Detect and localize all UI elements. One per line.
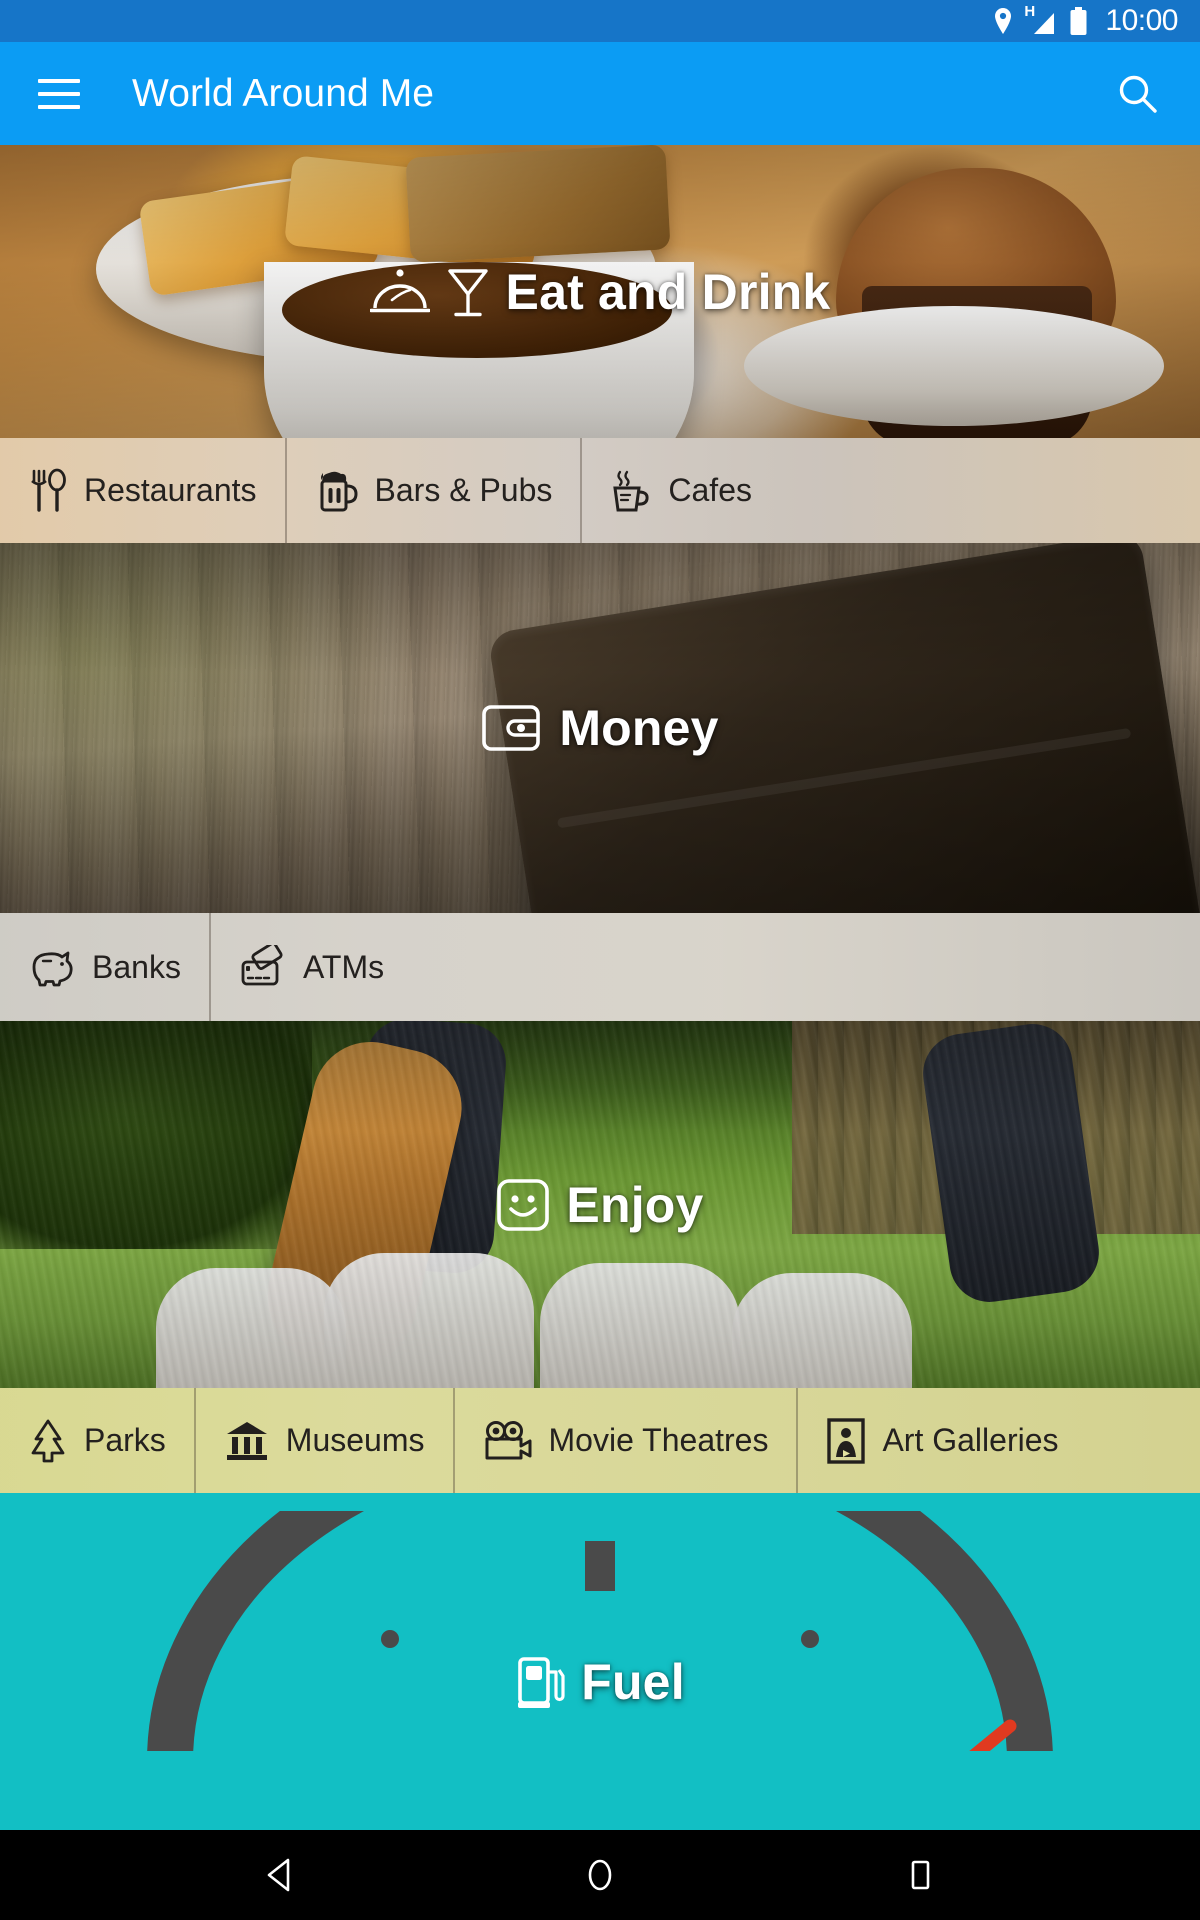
subcategory-bar-enjoy: Parks Museums Movie Theatres Art Galleri… — [0, 1388, 1200, 1493]
subcategory-atms[interactable]: ATMs — [208, 913, 412, 1021]
fork-and-spoon-icon — [28, 468, 68, 514]
trees-shape — [0, 1021, 312, 1249]
subcategory-parks[interactable]: Parks — [0, 1388, 194, 1493]
battery-icon — [1069, 6, 1088, 36]
category-hero-fuel[interactable]: Fuel — [0, 1493, 1200, 1830]
muffin-top-shape — [836, 168, 1116, 369]
category-eat-and-drink: Eat and Drink Restaurants Bars & Pubs Ca… — [0, 145, 1200, 543]
category-title-label: Fuel — [581, 1653, 685, 1710]
shed-shape — [792, 1021, 1200, 1234]
subcategory-label: Parks — [84, 1422, 166, 1458]
home-button[interactable] — [565, 1840, 635, 1910]
subcategory-art-galleries[interactable]: Art Galleries — [796, 1388, 1086, 1493]
person-shape — [540, 1263, 740, 1388]
subcategory-label: Restaurants — [84, 472, 257, 508]
subcategory-label: Art Galleries — [882, 1422, 1059, 1458]
smiley-face-icon — [496, 1178, 550, 1232]
coffee-cup-icon — [610, 468, 652, 514]
person-legs-shape — [351, 1021, 509, 1276]
framed-painting-icon — [826, 1417, 866, 1465]
foliage-shape — [0, 543, 432, 913]
android-navigation-bar — [0, 1830, 1200, 1920]
hamburger-menu-icon[interactable] — [32, 66, 88, 122]
piggy-bank-icon — [28, 947, 76, 987]
category-money: Money Banks ATMs — [0, 543, 1200, 1021]
subcategory-label: Cafes — [668, 472, 752, 508]
back-button[interactable] — [245, 1840, 315, 1910]
food-cloche-icon — [369, 264, 430, 320]
toast-shape — [283, 155, 543, 272]
app-root: H 10:00 World Around Me Eat and Drink Re… — [0, 0, 1200, 1920]
fuel-gauge-graphic — [147, 1511, 1053, 1751]
category-title-label: Enjoy — [566, 1176, 704, 1233]
payment-cards-icon — [239, 945, 287, 989]
app-bar: World Around Me — [0, 42, 1200, 145]
signal-icon: H — [1024, 3, 1056, 35]
person-shape — [732, 1273, 912, 1388]
person-legs-shape — [917, 1021, 1105, 1308]
status-bar-icons: H 10:00 — [993, 3, 1178, 38]
category-title-label: Eat and Drink — [505, 263, 831, 320]
guitar-shape — [252, 1030, 474, 1386]
location-pin-icon — [993, 7, 1013, 35]
toast-shape — [405, 145, 671, 263]
category-title-label: Money — [559, 700, 719, 756]
subcategory-label: Bars & Pubs — [374, 472, 553, 508]
recents-button[interactable] — [885, 1840, 955, 1910]
status-bar-clock: 10:00 — [1105, 4, 1178, 37]
subcategory-label: Banks — [92, 948, 181, 985]
subcategory-label: Movie Theatres — [548, 1422, 769, 1458]
category-title-eat-and-drink: Eat and Drink — [369, 263, 831, 321]
subcategory-movie-theatres[interactable]: Movie Theatres — [452, 1388, 797, 1493]
museum-building-icon — [224, 1419, 270, 1463]
fuel-pump-icon — [515, 1654, 565, 1710]
person-shape — [324, 1253, 534, 1388]
status-bar: H 10:00 — [0, 0, 1200, 42]
person-shape — [156, 1268, 346, 1388]
muffin-liner-shape — [862, 285, 1092, 438]
saucer-shape — [744, 306, 1164, 427]
category-hero-money[interactable]: Money — [0, 543, 1200, 913]
subcategory-label: Museums — [285, 1422, 425, 1458]
search-icon[interactable] — [1110, 66, 1166, 122]
subcategory-cafes[interactable]: Cafes — [580, 438, 780, 543]
tree-icon — [28, 1418, 68, 1464]
subcategory-bar-eat-and-drink: Restaurants Bars & Pubs Cafes — [0, 438, 1200, 543]
category-enjoy: Enjoy Parks Museums Movie Theatres Art G… — [0, 1021, 1200, 1493]
category-title-money: Money — [481, 699, 718, 757]
film-camera-icon — [483, 1420, 533, 1462]
subcategory-bars-and-pubs[interactable]: Bars & Pubs — [284, 438, 581, 543]
category-title-enjoy: Enjoy — [496, 1176, 703, 1234]
category-hero-enjoy[interactable]: Enjoy — [0, 1021, 1200, 1388]
page-title: World Around Me — [132, 71, 435, 115]
category-fuel: Fuel — [0, 1493, 1200, 1830]
wallet-icon — [481, 701, 543, 755]
toast-shape — [138, 170, 380, 297]
subcategory-bar-money: Banks ATMs — [0, 913, 1200, 1021]
category-hero-eat-and-drink[interactable]: Eat and Drink — [0, 145, 1200, 438]
subcategory-label: ATMs — [302, 948, 385, 985]
subcategory-restaurants[interactable]: Restaurants — [0, 438, 285, 543]
subcategory-museums[interactable]: Museums — [193, 1388, 453, 1493]
subcategory-banks[interactable]: Banks — [0, 913, 209, 1021]
category-title-fuel: Fuel — [515, 1653, 685, 1711]
cocktail-glass-icon — [446, 264, 490, 320]
beer-mug-icon — [315, 468, 359, 514]
